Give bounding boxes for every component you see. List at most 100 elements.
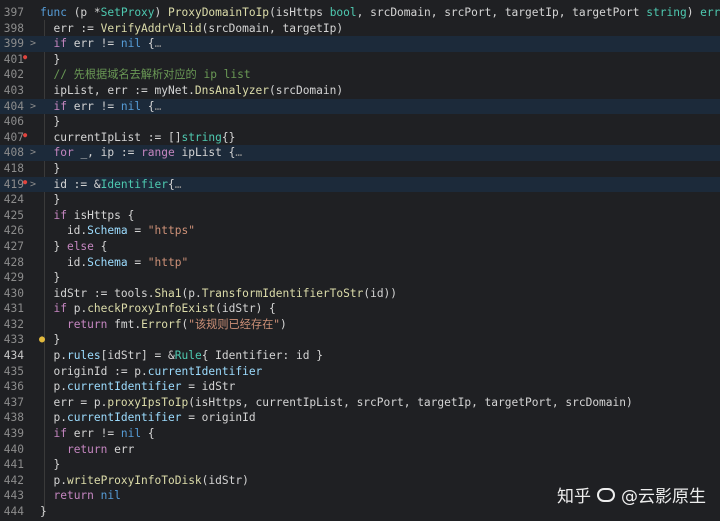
code-token: Schema xyxy=(87,224,128,238)
code-line[interactable]: 425 if isHttps { xyxy=(0,208,720,224)
code-text: currentIpList := []string{} xyxy=(40,130,235,146)
code-token: string xyxy=(646,6,687,19)
code-token: Rule xyxy=(174,349,202,363)
line-number: 442 xyxy=(3,473,24,487)
code-text: err := VerifyAddrValid(srcDomain, target… xyxy=(40,21,343,37)
code-line[interactable]: 397 func (p *SetProxy) ProxyDomainToIp(is… xyxy=(0,5,720,21)
code-token: return xyxy=(66,442,108,456)
code-token: p. xyxy=(40,380,67,394)
code-line[interactable]: 424 } xyxy=(0,192,720,208)
code-line[interactable]: 426 id.Schema = "https" xyxy=(0,223,720,239)
line-number: 407 xyxy=(3,130,24,144)
code-text: originId := p.currentIdentifier xyxy=(40,364,262,380)
code-token: { xyxy=(141,37,155,51)
code-text: ipList, err := myNet.DnsAnalyzer(srcDoma… xyxy=(40,83,343,99)
code-text: } xyxy=(40,457,60,473)
code-text: // 先根据域名去解析对应的 ip list xyxy=(40,67,251,83)
code-line[interactable]: 418 } xyxy=(0,161,720,177)
code-token: (srcDomain, targetIp) xyxy=(201,21,344,35)
code-token: Sha1 xyxy=(154,286,182,300)
code-token: originId := p. xyxy=(40,364,148,378)
code-token: = idStr xyxy=(181,380,236,394)
code-token: ProxyDomainToIp xyxy=(168,6,270,19)
code-line[interactable]: 401 ● } xyxy=(0,52,720,68)
fold-chevron-icon[interactable]: > xyxy=(28,145,38,161)
code-line[interactable]: 428 id.Schema = "http" xyxy=(0,255,720,271)
code-token: SetProxy xyxy=(100,6,155,19)
code-line[interactable]: 429 } xyxy=(0,270,720,286)
code-line[interactable]: 403 ipList, err := myNet.DnsAnalyzer(src… xyxy=(0,83,720,99)
code-token: ipList, err := myNet. xyxy=(40,83,195,97)
code-line[interactable]: 408 > for _, ip := range ipList {… xyxy=(0,145,720,161)
code-line[interactable]: 440 return err xyxy=(0,442,720,458)
code-line[interactable]: 407 ● currentIpList := []string{} xyxy=(0,130,720,146)
code-token: (isHttps xyxy=(269,6,330,19)
line-number: 430 xyxy=(3,286,24,300)
code-token: "https" xyxy=(147,224,195,238)
code-line[interactable]: 441 } xyxy=(0,457,720,473)
code-token: … xyxy=(235,146,243,160)
code-line[interactable]: 406 } xyxy=(0,114,720,130)
code-token: { xyxy=(93,239,108,253)
code-text: return fmt.Errorf("该规则已经存在") xyxy=(40,317,287,333)
code-token: ipList { xyxy=(174,146,236,160)
code-token: err != xyxy=(66,37,121,51)
code-line[interactable]: 438 p.currentIdentifier = originId xyxy=(0,410,720,426)
code-line[interactable]: 437 err = p.proxyIpsToIp(isHttps, curren… xyxy=(0,395,720,411)
change-marker-icon: ● xyxy=(23,52,28,61)
code-line[interactable]: 402 // 先根据域名去解析对应的 ip list xyxy=(0,67,720,83)
fold-chevron-icon[interactable]: > xyxy=(28,99,38,115)
code-token: err xyxy=(107,442,135,456)
code-line[interactable]: 436 p.currentIdentifier = idStr xyxy=(0,379,720,395)
line-number: 406 xyxy=(3,115,24,129)
code-line[interactable]: 430 idStr := tools.Sha1(p.TransformIdent… xyxy=(0,286,720,302)
fold-chevron-icon[interactable]: > xyxy=(28,177,38,193)
code-token: err != xyxy=(66,427,121,441)
code-text: if err != nil {… xyxy=(40,36,161,52)
code-text: if p.checkProxyInfoExist(idStr) { xyxy=(40,301,275,317)
code-line[interactable]: 398 err := VerifyAddrValid(srcDomain, ta… xyxy=(0,21,720,37)
code-line[interactable]: 435 originId := p.currentIdentifier xyxy=(0,364,720,380)
code-token: bool xyxy=(329,6,357,19)
code-text: } xyxy=(40,52,60,68)
code-line[interactable]: 427 } else { xyxy=(0,239,720,255)
code-token: isHttps { xyxy=(66,208,135,222)
code-token: // 先根据域名去解析对应的 ip list xyxy=(40,68,251,82)
code-text: if isHttps { xyxy=(40,208,134,224)
code-line[interactable]: 431 if p.checkProxyInfoExist(idStr) { xyxy=(0,301,720,317)
code-token: = xyxy=(127,224,148,238)
code-token: "http" xyxy=(147,255,189,269)
code-editor[interactable]: 397 func (p *SetProxy) ProxyDomainToIp(is… xyxy=(0,0,720,521)
code-line[interactable]: 419 > ● id := &Identifier{… xyxy=(0,176,720,193)
line-number: 443 xyxy=(3,489,24,503)
code-token: id. xyxy=(40,224,88,238)
code-text: if err != nil { xyxy=(40,426,154,442)
code-token: ) xyxy=(280,317,287,331)
code-token: [idStr] = & xyxy=(100,349,175,363)
line-number: 436 xyxy=(3,380,24,394)
code-token: (id)) xyxy=(363,286,398,300)
code-token: ) xyxy=(154,6,169,19)
line-number: 432 xyxy=(3,317,24,331)
code-token: } xyxy=(40,333,61,347)
code-lines: 397 func (p *SetProxy) ProxyDomainToIp(is… xyxy=(0,0,720,520)
code-line[interactable]: 433 ● } xyxy=(0,332,720,348)
code-token: } xyxy=(40,271,61,285)
code-line[interactable]: 439 if err != nil { xyxy=(0,426,720,442)
code-line[interactable]: 432 return fmt.Errorf("该规则已经存在") xyxy=(0,317,720,333)
code-line[interactable]: 404 > if err != nil {… xyxy=(0,98,720,115)
code-token: currentIpList := [] xyxy=(40,130,182,144)
fold-chevron-icon[interactable]: > xyxy=(28,36,38,52)
line-number: 428 xyxy=(3,255,24,269)
code-text: func (p *SetProxy) ProxyDomainToIp(isHtt… xyxy=(40,5,720,21)
code-text: p.writeProxyInfoToDisk(idStr) xyxy=(40,473,248,489)
code-token: VerifyAddrValid xyxy=(100,21,202,35)
line-number: 399 xyxy=(3,37,24,51)
code-line[interactable]: 434 p.rules[idStr] = &Rule{ Identifier: … xyxy=(0,348,720,364)
code-line[interactable]: 399 > if err != nil {… xyxy=(0,36,720,52)
watermark-handle: @云影原生 xyxy=(621,487,706,507)
watermark-brand: 知乎 xyxy=(557,487,591,507)
code-token: } xyxy=(40,161,61,175)
code-text: for _, ip := range ipList {… xyxy=(40,145,242,161)
